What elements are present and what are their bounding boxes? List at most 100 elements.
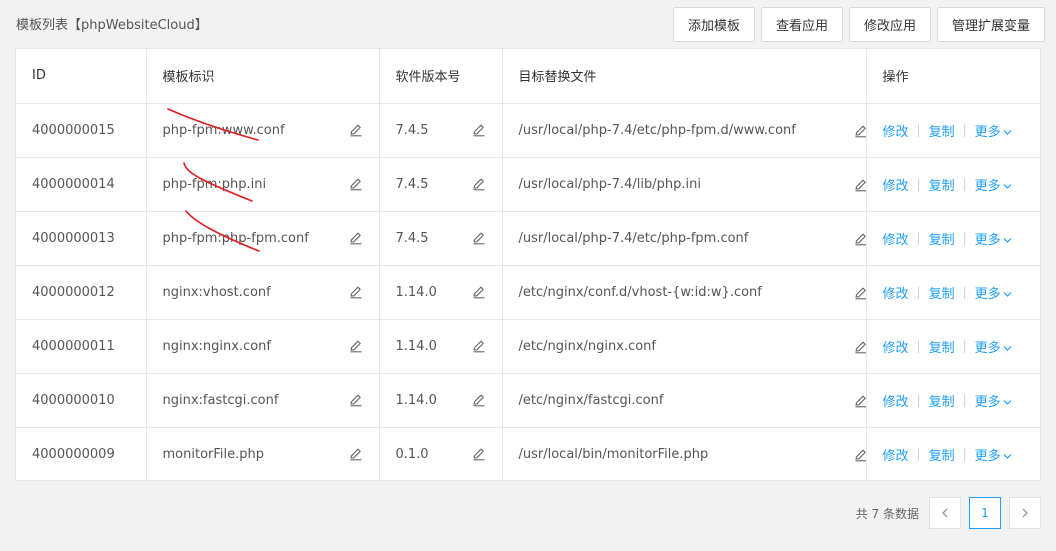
- template-name: php-fpm:php.ini: [162, 176, 267, 192]
- template-name: nginx:vhost.conf: [162, 284, 271, 300]
- pagination: 共 7 条数据 1: [856, 497, 1041, 529]
- target-file-value: /etc/nginx/fastcgi.conf: [518, 392, 664, 408]
- cell-template: nginx:vhost.conf: [146, 265, 380, 320]
- header-target-file: 目标替换文件: [502, 49, 867, 104]
- pagination-total: 共 7 条数据: [855, 506, 919, 521]
- target-file-value: /usr/local/php-7.4/etc/php-fpm.d/www.con…: [518, 122, 796, 138]
- more-dropdown[interactable]: 更多: [975, 175, 1012, 194]
- copy-link[interactable]: 复制: [929, 283, 955, 302]
- edit-template-pencil-icon[interactable]: [349, 339, 363, 353]
- chevron-down-icon: [1003, 291, 1012, 297]
- edit-template-pencil-icon[interactable]: [349, 285, 363, 299]
- edit-link[interactable]: 修改: [883, 229, 909, 248]
- chevron-down-icon: [1003, 399, 1012, 405]
- more-dropdown[interactable]: 更多: [975, 229, 1012, 248]
- edit-template-pencil-icon[interactable]: [349, 393, 363, 407]
- edit-file-pencil-icon[interactable]: [854, 232, 865, 246]
- cell-actions: 修改 | 复制 | 更多: [866, 211, 1040, 266]
- page-title: 模板列表【phpWebsiteCloud】: [16, 18, 208, 33]
- edit-template-pencil-icon[interactable]: [349, 177, 363, 191]
- cell-target-file: /usr/local/php-7.4/etc/php-fpm.conf: [502, 211, 867, 266]
- target-file-value: /usr/local/php-7.4/lib/php.ini: [518, 176, 701, 192]
- edit-version-pencil-icon[interactable]: [472, 447, 486, 461]
- edit-file-pencil-icon[interactable]: [854, 286, 865, 300]
- edit-link[interactable]: 修改: [883, 391, 909, 410]
- toolbar: 添加模板 查看应用 修改应用 管理扩展变量: [672, 7, 1045, 42]
- more-label: 更多: [974, 340, 1001, 356]
- edit-link[interactable]: 修改: [883, 175, 909, 194]
- edit-version-pencil-icon[interactable]: [472, 285, 486, 299]
- edit-version-pencil-icon[interactable]: [472, 231, 486, 245]
- table-header-row: ID 模板标识 软件版本号 目标替换文件 操作: [16, 49, 1040, 104]
- cell-target-file: /usr/local/bin/monitorFile.php: [502, 427, 867, 480]
- more-label: 更多: [974, 394, 1001, 410]
- page-button-1[interactable]: 1: [969, 497, 1001, 529]
- cell-target-file: /usr/local/php-7.4/lib/php.ini: [502, 157, 867, 212]
- copy-link[interactable]: 复制: [929, 391, 955, 410]
- prev-page-button[interactable]: [929, 497, 961, 529]
- cell-actions: 修改 | 复制 | 更多: [866, 373, 1040, 428]
- target-file-value: /usr/local/php-7.4/etc/php-fpm.conf: [518, 230, 749, 246]
- copy-link[interactable]: 复制: [929, 121, 955, 140]
- more-label: 更多: [974, 178, 1001, 194]
- cell-template: php-fpm:www.conf: [146, 103, 380, 158]
- copy-link[interactable]: 复制: [929, 337, 955, 356]
- edit-link[interactable]: 修改: [883, 121, 909, 140]
- table-row: 4000000013 php-fpm:php-fpm.conf 7.4.5/usr/…: [16, 211, 1040, 266]
- manage-vars-button[interactable]: 管理扩展变量: [936, 7, 1045, 42]
- version-value: 0.1.0: [395, 446, 429, 462]
- cell-version: 1.14.0: [379, 265, 503, 320]
- edit-version-pencil-icon[interactable]: [472, 393, 486, 407]
- version-value: 7.4.5: [395, 230, 429, 246]
- cell-version: 0.1.0: [379, 427, 503, 480]
- version-value: 1.14.0: [395, 284, 437, 300]
- edit-template-pencil-icon[interactable]: [349, 447, 363, 461]
- cell-template: nginx:nginx.conf: [146, 319, 380, 374]
- target-file-value: /etc/nginx/nginx.conf: [518, 338, 657, 354]
- version-value: 7.4.5: [395, 122, 429, 138]
- header-actions: 操作: [866, 49, 1040, 104]
- cell-id: 4000000013: [16, 211, 147, 266]
- edit-version-pencil-icon[interactable]: [472, 123, 486, 137]
- more-label: 更多: [974, 286, 1001, 302]
- cell-id: 4000000009: [16, 427, 147, 480]
- version-value: 1.14.0: [395, 392, 437, 408]
- edit-app-button[interactable]: 修改应用: [848, 7, 931, 42]
- table-row: 4000000010 nginx:fastcgi.conf 1.14.0/etc/n…: [16, 373, 1040, 428]
- edit-file-pencil-icon[interactable]: [854, 340, 865, 354]
- edit-file-pencil-icon[interactable]: [854, 178, 865, 192]
- copy-link[interactable]: 复制: [929, 445, 955, 464]
- edit-file-pencil-icon[interactable]: [854, 448, 865, 462]
- edit-link[interactable]: 修改: [883, 283, 909, 302]
- edit-version-pencil-icon[interactable]: [472, 339, 486, 353]
- more-dropdown[interactable]: 更多: [975, 121, 1012, 140]
- edit-link[interactable]: 修改: [883, 445, 909, 464]
- edit-version-pencil-icon[interactable]: [472, 177, 486, 191]
- cell-actions: 修改 | 复制 | 更多: [866, 427, 1040, 480]
- edit-template-pencil-icon[interactable]: [349, 123, 363, 137]
- edit-template-pencil-icon[interactable]: [349, 231, 363, 245]
- view-app-button[interactable]: 查看应用: [760, 7, 843, 42]
- more-dropdown[interactable]: 更多: [975, 337, 1012, 356]
- more-dropdown[interactable]: 更多: [975, 283, 1012, 302]
- chevron-down-icon: [1003, 345, 1012, 351]
- copy-link[interactable]: 复制: [929, 229, 955, 248]
- edit-link[interactable]: 修改: [883, 337, 909, 356]
- header-id: ID: [16, 49, 147, 104]
- cell-actions: 修改 | 复制 | 更多: [866, 265, 1040, 320]
- cell-id: 4000000015: [16, 103, 147, 158]
- next-page-button[interactable]: [1009, 497, 1041, 529]
- table-row: 4000000009 monitorFile.php 0.1.0/usr/local…: [16, 427, 1040, 480]
- edit-file-pencil-icon[interactable]: [854, 394, 865, 408]
- edit-file-pencil-icon[interactable]: [854, 124, 865, 138]
- more-dropdown[interactable]: 更多: [975, 391, 1012, 410]
- cell-template: monitorFile.php: [146, 427, 380, 480]
- chevron-left-icon: [942, 508, 948, 518]
- target-file-value: /etc/nginx/conf.d/vhost-{w:id:w}.conf: [518, 284, 762, 300]
- cell-template: nginx:fastcgi.conf: [146, 373, 380, 428]
- copy-link[interactable]: 复制: [929, 175, 955, 194]
- add-template-button[interactable]: 添加模板: [672, 7, 755, 42]
- template-name: nginx:nginx.conf: [162, 338, 272, 354]
- cell-id: 4000000010: [16, 373, 147, 428]
- more-dropdown[interactable]: 更多: [975, 445, 1012, 464]
